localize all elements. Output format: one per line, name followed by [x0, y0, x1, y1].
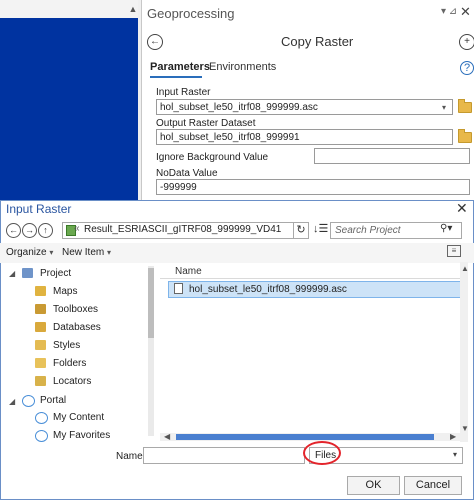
file-icon	[174, 283, 183, 294]
tree-scroll-thumb[interactable]	[148, 268, 154, 338]
toolboxes-icon	[35, 304, 46, 314]
nodata-label: NoData Value	[156, 168, 218, 179]
auto-hide-icon[interactable]: ▾ ⊿	[441, 6, 457, 17]
ignore-background-label: Ignore Background Value	[156, 152, 269, 163]
forward-icon[interactable]: →	[22, 223, 37, 238]
map-tab-strip	[0, 0, 138, 19]
scroll-up-icon[interactable]: ▲	[128, 0, 138, 18]
tree-item-databases[interactable]: Databases	[53, 322, 101, 333]
cancel-button[interactable]: Cancel	[404, 476, 462, 495]
folders-icon	[35, 358, 46, 368]
ignore-background-field[interactable]	[314, 148, 470, 164]
list-vertical-scrollbar[interactable]	[460, 262, 468, 442]
tree-item-toolboxes[interactable]: Toolboxes	[53, 304, 98, 315]
scroll-right-icon[interactable]: ▶	[450, 432, 456, 441]
header-divider	[160, 278, 464, 279]
tree-item-my-favorites[interactable]: My Favorites	[53, 430, 110, 441]
close-icon[interactable]: ✕	[460, 4, 471, 20]
chevron-down-icon[interactable]: ▾	[442, 103, 446, 112]
tab-parameters[interactable]: Parameters	[150, 61, 210, 73]
new-item-label: New Item	[62, 247, 105, 258]
expand-icon[interactable]: ◢	[9, 397, 15, 406]
tab-environments[interactable]: Environments	[209, 61, 276, 73]
view-options-icon[interactable]: ≡	[447, 245, 461, 257]
tree-item-styles[interactable]: Styles	[53, 340, 80, 351]
chevron-down-icon: ▾	[107, 248, 112, 257]
sort-icon[interactable]: ↓☰	[313, 222, 328, 235]
output-raster-field[interactable]: hol_subset_le50_itrf08_999991	[156, 129, 453, 145]
tool-title: Copy Raster	[281, 34, 354, 49]
expand-icon[interactable]: ◢	[9, 269, 15, 278]
active-tab-underline	[150, 76, 202, 78]
input-raster-field[interactable]: hol_subset_le50_itrf08_999999.asc	[156, 99, 453, 115]
file-name: hol_subset_le50_itrf08_999999.asc	[189, 284, 347, 295]
databases-icon	[35, 322, 46, 332]
annotation-circle	[303, 441, 341, 465]
address-prefix: «	[74, 223, 80, 234]
back-icon[interactable]: ←	[147, 34, 163, 50]
locators-icon	[35, 376, 46, 386]
nodata-field[interactable]: -999999	[156, 179, 470, 195]
address-path: Result_ESRIASCII_gITRF08_999999_VD41	[84, 224, 282, 235]
project-icon	[22, 268, 33, 278]
column-header-name[interactable]: Name	[175, 266, 202, 277]
dialog-title: Input Raster	[6, 202, 72, 216]
name-label: Name	[116, 451, 143, 462]
folder-icon[interactable]	[458, 99, 472, 113]
tree-item-maps[interactable]: Maps	[53, 286, 77, 297]
tree-item-portal[interactable]: Portal	[40, 395, 66, 406]
refresh-icon[interactable]: ↻	[293, 222, 309, 239]
help-icon[interactable]: ?	[460, 61, 474, 75]
my-favorites-icon	[35, 430, 48, 442]
name-field[interactable]	[143, 447, 305, 464]
map-view-area	[0, 18, 138, 200]
pane-title: Geoprocessing	[147, 6, 235, 21]
tree-item-locators[interactable]: Locators	[53, 376, 91, 387]
my-content-icon	[35, 412, 48, 424]
portal-icon	[22, 395, 35, 407]
input-raster-label: Input Raster	[156, 87, 211, 98]
scroll-up-icon[interactable]: ▲	[461, 264, 469, 273]
styles-icon	[35, 340, 46, 350]
chevron-down-icon[interactable]: ▾	[453, 450, 457, 459]
output-raster-label: Output Raster Dataset	[156, 118, 256, 129]
scroll-down-icon[interactable]: ▼	[461, 424, 469, 433]
chevron-down-icon: ▾	[49, 248, 54, 257]
new-item-menu[interactable]: New Item ▾	[62, 247, 111, 258]
organize-menu[interactable]: Organize ▾	[6, 247, 53, 258]
close-icon[interactable]: ✕	[456, 200, 468, 217]
horizontal-scroll-thumb[interactable]	[176, 434, 434, 440]
add-icon[interactable]: +	[459, 34, 474, 50]
scroll-left-icon[interactable]: ◀	[164, 432, 170, 441]
ok-button[interactable]: OK	[347, 476, 400, 495]
search-icon[interactable]: ⚲▾	[440, 223, 452, 234]
tree-item-my-content[interactable]: My Content	[53, 412, 104, 423]
folder-icon[interactable]	[458, 129, 472, 143]
back-icon[interactable]: ←	[6, 223, 21, 238]
tree-item-project[interactable]: Project	[40, 268, 71, 279]
search-placeholder: Search Project	[335, 225, 401, 236]
organize-label: Organize	[6, 247, 47, 258]
up-icon[interactable]: ↑	[38, 223, 53, 238]
tree-item-folders[interactable]: Folders	[53, 358, 86, 369]
maps-icon	[35, 286, 46, 296]
